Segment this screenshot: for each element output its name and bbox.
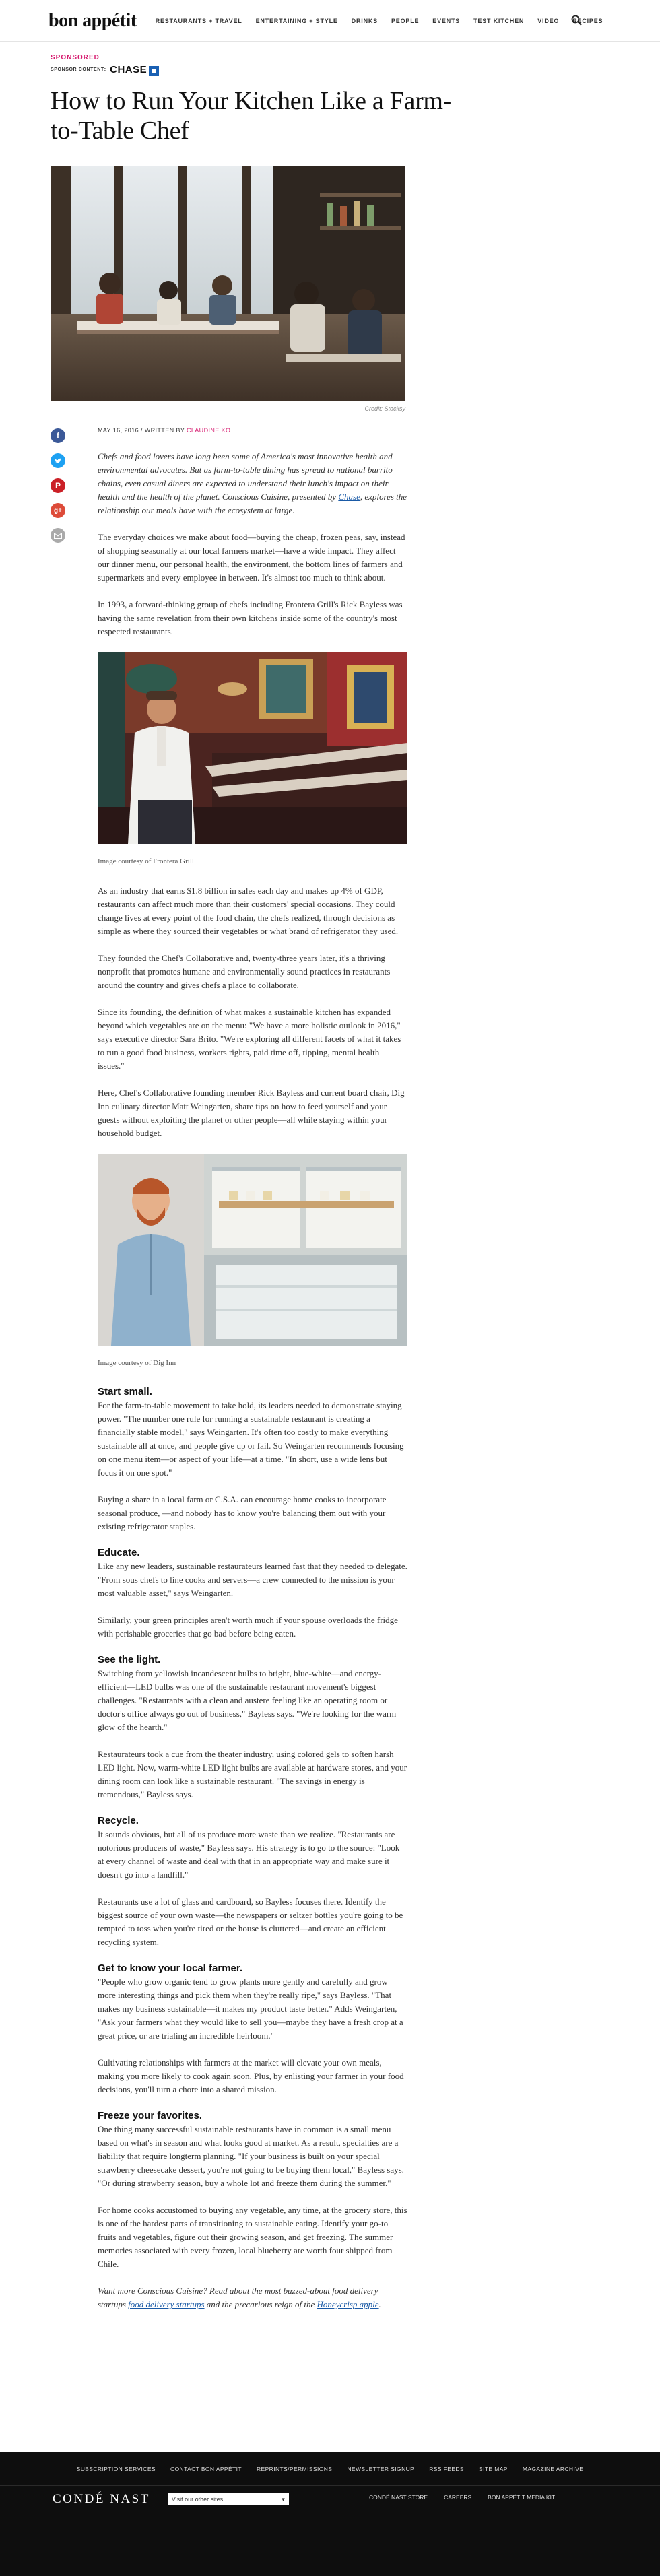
nav-test-kitchen[interactable]: TEST KITCHEN [473,18,524,24]
sponsor-block: SPONSORED SPONSOR CONTENT: CHASE [51,54,455,76]
section-see-the-light-heading: See the light. [98,1654,161,1665]
paragraph-3: As an industry that earns $1.8 billion i… [98,886,399,936]
footer-bottom-bar: CONDÉ NAST Visit our other sites ▾ CONDÉ… [0,2486,660,2513]
intro-paragraph: Chefs and food lovers have long been som… [98,450,407,517]
site-footer: SUBSCRIPTION SERVICES CONTACT BON APPÉTI… [0,2452,660,2576]
section-educate-heading: Educate. [98,1547,140,1558]
chase-link[interactable]: Chase [338,492,360,502]
outro-text-after: . [378,2299,381,2309]
site-logo[interactable]: bon appétit [48,10,137,32]
chase-logo-mark-icon [149,66,160,76]
section-local-farmer-p2: Cultivating relationships with farmers a… [98,2057,404,2094]
nav-drinks[interactable]: DRINKS [352,18,378,24]
footer-legal-links: CONDÉ NAST STORE CAREERS BON APPÉTIT MED… [369,2494,555,2501]
byline-author[interactable]: CLAUDINE KO [187,427,230,434]
nav-video[interactable]: VIDEO [537,18,559,24]
other-sites-select[interactable]: Visit our other sites ▾ [167,2493,289,2505]
section-start-small-p1: For the farm-to-table movement to take h… [98,1400,404,1478]
footer-links-bar: SUBSCRIPTION SERVICES CONTACT BON APPÉTI… [0,2452,660,2486]
section-recycle-heading: Recycle. [98,1815,139,1826]
footer-link-contact[interactable]: CONTACT BON APPÉTIT [170,2466,242,2472]
twitter-icon[interactable] [51,453,65,468]
section-start-small-heading: Start small. [98,1386,152,1397]
section-see-the-light-p1: Switching from yellowish incandescent bu… [98,1668,397,1732]
outro-paragraph: Want more Conscious Cuisine? Read about … [98,2284,407,2311]
nav-people[interactable]: PEOPLE [391,18,419,24]
footer-link-subscription[interactable]: SUBSCRIPTION SERVICES [77,2466,156,2472]
byline-date: MAY 16, 2016 [98,427,139,434]
section-see-the-light-p2: Restaurateurs took a cue from the theate… [98,1749,407,1799]
footer-link-rss[interactable]: RSS FEEDS [429,2466,464,2472]
chef-restaurant-photo [98,652,407,844]
section-recycle-p1: It sounds obvious, but all of us produce… [98,1829,400,1880]
footer-links: SUBSCRIPTION SERVICES CONTACT BON APPÉTI… [77,2466,584,2472]
article-headline: How to Run Your Kitchen Like a Farm-to-T… [51,87,452,145]
share-rail: f P g+ [51,427,98,2325]
food-delivery-link[interactable]: food delivery startups [128,2299,204,2309]
dig-inn-image [98,1154,407,1346]
section-freeze-heading: Freeze your favorites. [98,2110,203,2121]
site-header: bon appétit RESTAURANTS + TRAVEL ENTERTA… [0,0,660,42]
hero-dining-photo [51,166,405,401]
article-body: MAY 16, 2016 / WRITTEN BY CLAUDINE KO Ch… [98,427,407,2325]
sponsor-content-row: SPONSOR CONTENT: CHASE [51,64,455,76]
footer-link-store[interactable]: CONDÉ NAST STORE [369,2494,428,2501]
footer-link-reprints[interactable]: REPRINTS/PERMISSIONS [257,2466,332,2472]
outro-text-middle: and the precarious reign of the [204,2299,317,2309]
search-icon[interactable] [571,15,582,26]
section-freeze-p1: One thing many successful sustainable re… [98,2124,404,2188]
sponsored-label: SPONSORED [51,54,100,61]
paragraph-4: They founded the Chef's Collaborative an… [98,953,391,990]
nav-events[interactable]: EVENTS [432,18,460,24]
chef-kitchen-photo [98,1154,407,1346]
honeycrisp-link[interactable]: Honeycrisp apple [317,2299,378,2309]
section-recycle-p2: Restaurants use a lot of glass and cardb… [98,1896,403,1947]
frontera-grill-image [98,652,407,844]
paragraph-2: In 1993, a forward-thinking group of che… [98,599,403,636]
nav-restaurants-travel[interactable]: RESTAURANTS + TRAVEL [156,18,242,24]
paragraph-1: The everyday choices we make about food—… [98,532,405,583]
chase-logo[interactable]: CHASE [110,64,147,75]
section-start-small-p2: Buying a share in a local farm or C.S.A.… [98,1494,387,1531]
sponsor-colon: : [104,67,106,72]
hero-credit: Credit: Stocksy [364,405,405,412]
caption-frontera-grill: Image courtesy of Frontera Grill [98,857,194,865]
paragraph-6: Here, Chef's Collaborative founding memb… [98,1088,405,1138]
section-educate-p1: Like any new leaders, sustainable restau… [98,1561,407,1598]
section-freeze-p2: For home cooks accustomed to buying any … [98,2205,407,2269]
twitter-bird-glyph [54,457,62,463]
other-sites-placeholder: Visit our other sites [171,2496,224,2503]
conde-nast-logo[interactable]: CONDÉ NAST [53,2492,150,2507]
facebook-icon[interactable]: f [51,428,65,443]
chevron-down-icon: ▾ [282,2495,285,2503]
footer-link-careers[interactable]: CAREERS [444,2494,471,2501]
caption-dig-inn: Image courtesy of Dig Inn [98,1359,176,1367]
byline-separator: / WRITTEN BY [139,427,187,434]
footer-link-media-kit[interactable]: BON APPÉTIT MEDIA KIT [488,2494,555,2501]
paragraph-5: Since its founding, the definition of wh… [98,1007,401,1071]
footer-link-sitemap[interactable]: SITE MAP [479,2466,508,2472]
byline: MAY 16, 2016 / WRITTEN BY CLAUDINE KO [98,427,407,434]
section-educate-p2: Similarly, your green principles aren't … [98,1615,398,1639]
article-body-row: f P g+ MAY 16, 2016 / WRITTEN BY CLAUDIN… [51,427,455,2325]
section-local-farmer-heading: Get to know your local farmer. [98,1962,243,1974]
envelope-glyph [54,532,62,539]
pinterest-icon[interactable]: P [51,478,65,493]
main-nav: RESTAURANTS + TRAVEL ENTERTAINING + STYL… [156,18,603,24]
article: SPONSORED SPONSOR CONTENT: CHASE How to … [51,54,455,2325]
footer-link-archive[interactable]: MAGAZINE ARCHIVE [523,2466,583,2472]
section-local-farmer-p1: "People who grow organic tend to grow pl… [98,1977,403,2041]
google-plus-icon[interactable]: g+ [51,503,65,518]
footer-link-newsletter[interactable]: NEWSLETTER SIGNUP [347,2466,414,2472]
sponsor-content-label: SPONSOR CONTENT [51,67,104,72]
hero-image [51,166,405,401]
nav-entertaining-style[interactable]: ENTERTAINING + STYLE [256,18,338,24]
email-icon[interactable] [51,528,65,543]
